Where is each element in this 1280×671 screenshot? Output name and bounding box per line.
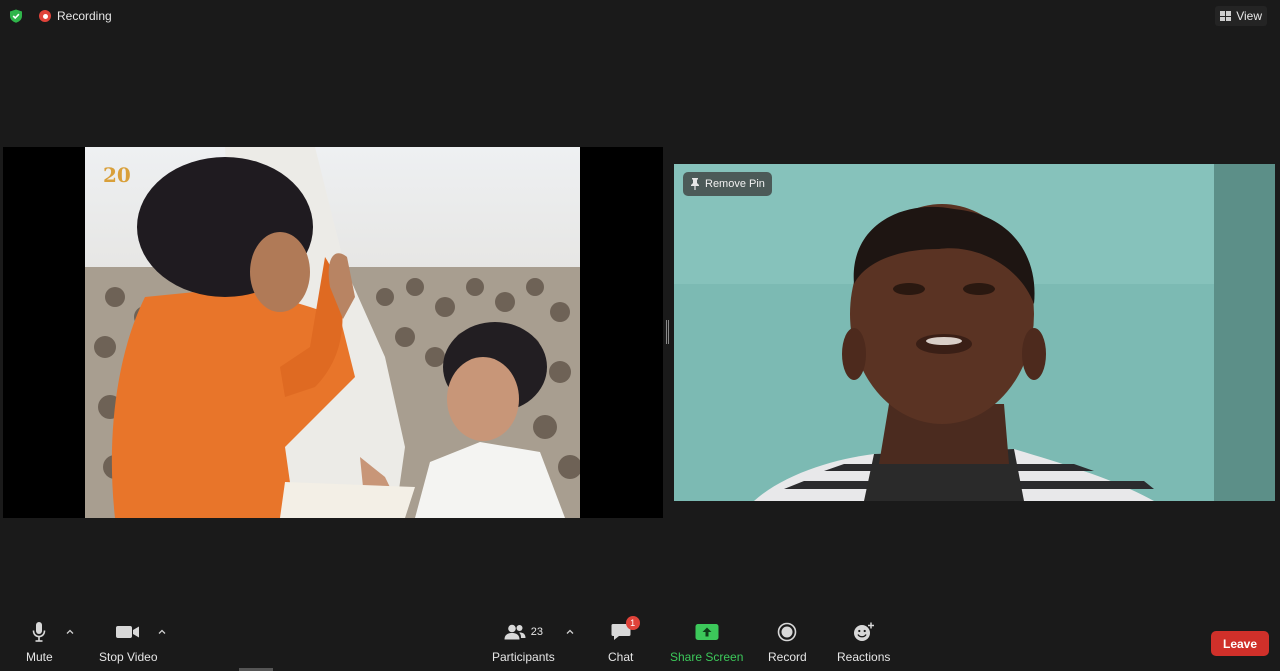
shield-icon[interactable]	[9, 9, 23, 23]
reactions-button[interactable]: Reactions	[837, 619, 890, 664]
chat-unread-badge: 1	[625, 616, 640, 630]
shared-video-tile: 20	[3, 147, 663, 518]
pin-icon	[691, 178, 699, 190]
participant-video-image	[674, 164, 1275, 501]
record-icon	[778, 622, 797, 642]
participants-icon	[504, 624, 526, 640]
mute-label: Mute	[26, 650, 53, 664]
tile-divider-handle[interactable]	[666, 320, 670, 344]
share-screen-button[interactable]: Share Screen	[670, 619, 743, 664]
video-camera-icon	[116, 626, 140, 638]
caret-up-icon[interactable]	[565, 627, 575, 637]
grid-view-icon	[1220, 11, 1232, 21]
mute-button[interactable]: Mute	[26, 619, 53, 664]
remove-pin-button[interactable]: Remove Pin	[683, 172, 772, 196]
channel-logo: 20	[103, 163, 131, 187]
recording-indicator[interactable]: Recording	[39, 9, 112, 23]
microphone-icon	[33, 622, 46, 642]
meeting-top-bar: Recording View	[0, 0, 1280, 32]
meeting-toolbar: Mute Stop Video 23 Participants 1 Chat S…	[0, 613, 1280, 671]
participant-video-tile[interactable]: Remove Pin	[674, 164, 1275, 501]
caret-up-icon[interactable]	[65, 627, 75, 637]
chat-button[interactable]: 1 Chat	[608, 616, 640, 664]
share-screen-icon	[695, 624, 719, 640]
shared-video-image	[85, 147, 580, 518]
stop-video-button[interactable]: Stop Video	[99, 619, 158, 664]
caret-up-icon[interactable]	[157, 627, 167, 637]
participants-button[interactable]: 23 Participants	[492, 619, 555, 664]
record-label: Record	[768, 650, 807, 664]
view-label: View	[1236, 9, 1262, 23]
stop-video-label: Stop Video	[99, 650, 158, 664]
reactions-label: Reactions	[837, 650, 891, 664]
share-screen-label: Share Screen	[670, 650, 744, 664]
leave-button[interactable]: Leave	[1211, 631, 1269, 656]
recording-label: Recording	[57, 9, 112, 23]
participants-count: 23	[530, 626, 543, 638]
view-button[interactable]: View	[1215, 6, 1267, 26]
reactions-icon	[853, 622, 874, 641]
record-button[interactable]: Record	[768, 619, 807, 664]
remove-pin-label: Remove Pin	[705, 178, 765, 190]
recording-icon	[39, 10, 51, 22]
shared-video-frame: 20	[85, 147, 580, 518]
chat-label: Chat	[608, 650, 634, 664]
participants-label: Participants	[492, 650, 555, 664]
